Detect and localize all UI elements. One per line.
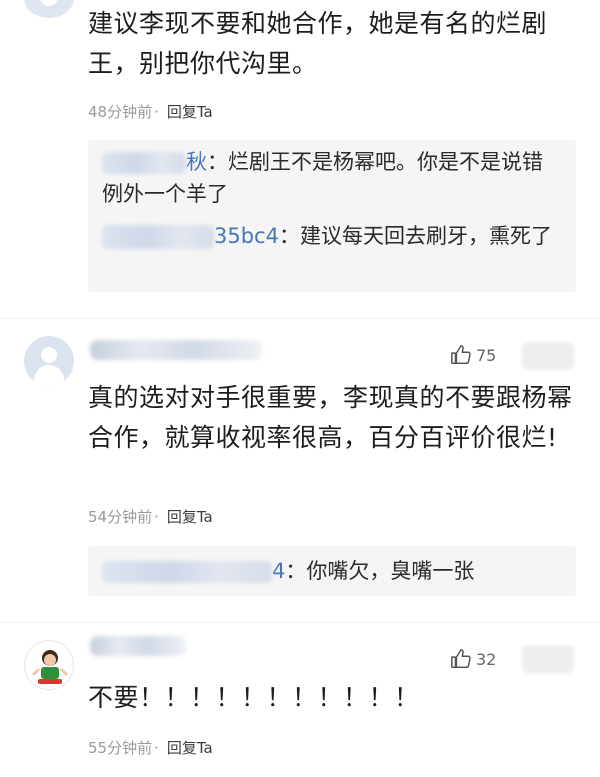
blurred-element	[522, 645, 574, 673]
comment-2-reply-button[interactable]: 回复Ta	[167, 508, 213, 526]
username-blur	[102, 225, 214, 249]
cartoon-avatar-icon	[31, 650, 69, 684]
comment-1-text: 建议李现不要和她合作，她是有名的烂剧王，别把你代沟里。	[88, 9, 548, 78]
divider	[0, 318, 600, 319]
user-avatar-icon[interactable]	[24, 336, 74, 386]
avatar-top-partial[interactable]	[24, 0, 74, 18]
comment-2-reply-box: 4：你嘴欠，臭嘴一张	[88, 546, 576, 596]
like-count: 75	[476, 345, 497, 365]
thumbs-up-icon	[451, 345, 471, 364]
comment-2-time: 54分钟前	[88, 508, 153, 526]
like-button[interactable]: 32	[450, 648, 496, 670]
reply-1-2-username[interactable]: 35bc4	[214, 224, 279, 248]
reply-2-1-username[interactable]: 4	[272, 559, 285, 583]
comment-3-text: 不要！！！！！！！！！！！	[88, 683, 420, 712]
username-blur[interactable]	[90, 340, 262, 360]
comment-1-reply-button[interactable]: 回复Ta	[167, 103, 213, 121]
username-blur	[102, 152, 186, 174]
username-blur[interactable]	[90, 636, 186, 656]
like-button[interactable]: 75	[450, 344, 496, 366]
comment-3-time: 55分钟前	[88, 739, 153, 757]
comment-1-time: 48分钟前	[88, 103, 153, 121]
comment-2-text: 真的选对对手很重要，李现真的不要跟杨幂合作，就算收视率很高，百分百评价很烂!	[88, 383, 573, 452]
reply-1-2[interactable]: 35bc4：建议每天回去刷牙，熏死了	[102, 220, 562, 252]
comment-2-meta: 54分钟前 · 回复Ta	[88, 508, 213, 526]
like-count: 32	[476, 649, 497, 669]
comment-3-reply-button[interactable]: 回复Ta	[167, 739, 213, 757]
reply-2-1-text: ：你嘴欠，臭嘴一张	[285, 559, 475, 583]
comment-1-reply-box: 秋：烂剧王不是杨幂吧。你是不是说错例外一个羊了 35bc4：建议每天回去刷牙，熏…	[88, 140, 576, 292]
comment-1-meta: 48分钟前 · 回复Ta	[88, 103, 213, 121]
reply-1-1-username[interactable]: 秋	[186, 150, 207, 174]
blurred-element	[522, 342, 574, 370]
reply-1-1[interactable]: 秋：烂剧王不是杨幂吧。你是不是说错例外一个羊了	[102, 146, 562, 210]
user-avatar-icon[interactable]	[24, 640, 74, 690]
reply-2-1[interactable]: 4：你嘴欠，臭嘴一张	[102, 555, 562, 587]
reply-1-2-text: ：建议每天回去刷牙，熏死了	[278, 224, 552, 248]
divider	[0, 622, 600, 623]
comment-3-meta: 55分钟前 · 回复Ta	[88, 739, 213, 757]
username-blur	[102, 561, 272, 583]
thumbs-up-icon	[451, 649, 471, 668]
